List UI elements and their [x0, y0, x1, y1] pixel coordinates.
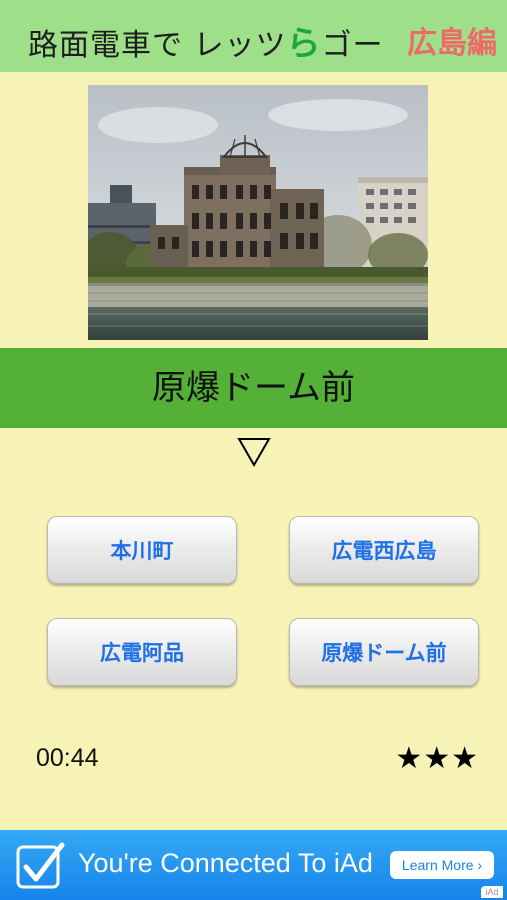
checkmark-icon [16, 842, 65, 889]
iad-banner[interactable]: You're Connected To iAd Learn More › iAd [0, 830, 507, 900]
app-title-text-2: ゴー [321, 28, 384, 63]
learn-more-button[interactable]: Learn More › [390, 851, 494, 879]
atomic-bomb-dome-image [88, 85, 428, 340]
station-name-bar: 原爆ドーム前 [0, 348, 507, 428]
station-photo [88, 85, 428, 340]
chevron-right-icon: › [477, 857, 483, 873]
choice-button-2[interactable]: 広電西広島 [289, 516, 479, 584]
down-triangle-icon [236, 438, 271, 468]
app-subtitle: 広島編 [407, 26, 497, 61]
choice-button-1[interactable]: 本川町 [47, 516, 237, 584]
ad-text: You're Connected To iAd [78, 848, 373, 878]
iad-mark: iAd [481, 886, 503, 898]
app-title: 路面電車で レッツらゴー [28, 16, 384, 65]
choice-button-4[interactable]: 原爆ドーム前 [289, 618, 479, 686]
learn-more-label: Learn More [401, 857, 474, 873]
app-header: 路面電車で レッツらゴー 広島編 [0, 0, 507, 72]
choice-button-3[interactable]: 広電阿品 [47, 618, 237, 686]
app-title-ra: ら [286, 24, 322, 64]
next-station-arrow [0, 433, 507, 479]
star-rating: ★★★ [395, 741, 479, 776]
timer: 00:44 [36, 744, 99, 772]
station-name: 原爆ドーム前 [152, 368, 355, 408]
app-title-text-1: 路面電車で レッツ [28, 28, 287, 63]
